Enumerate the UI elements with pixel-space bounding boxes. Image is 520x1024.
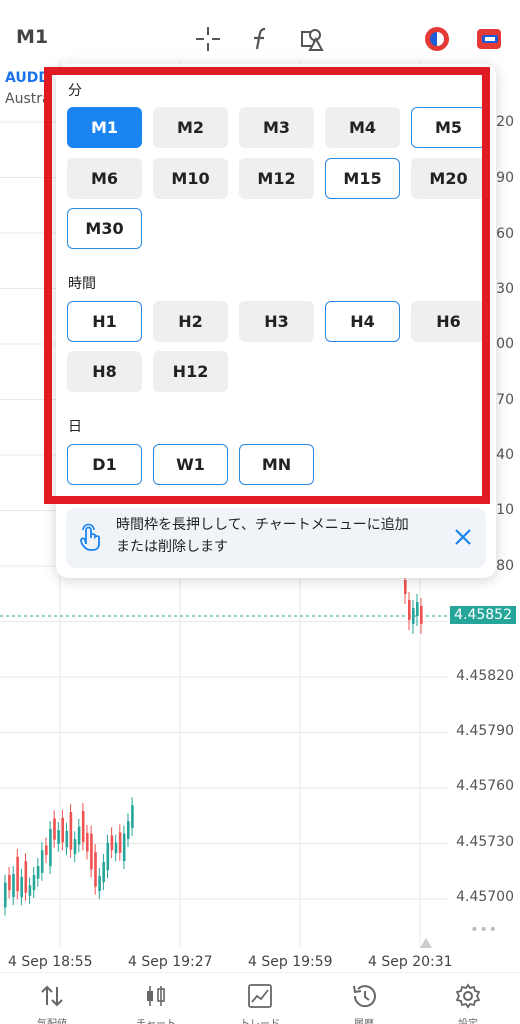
- candle-body: [98, 876, 101, 892]
- candle-body: [110, 835, 114, 851]
- candle-body: [404, 580, 407, 594]
- hint-text: 時間枠を長押しして、チャートメニューに追加 または削除します: [116, 514, 446, 558]
- highlight-frame: [44, 67, 490, 504]
- nav-label: 気配値: [0, 1015, 104, 1024]
- price-axis-label: 4.45760: [456, 778, 514, 794]
- candle-body: [118, 832, 122, 853]
- candle-body: [106, 842, 110, 871]
- candle-body: [81, 811, 85, 843]
- candle-body: [94, 852, 97, 887]
- candle-body: [131, 805, 134, 829]
- candle-body: [53, 818, 56, 840]
- candle-body: [12, 874, 15, 898]
- candle-body: [412, 608, 415, 624]
- candle-body: [122, 833, 126, 861]
- candle-body: [65, 830, 69, 848]
- candle-body: [20, 877, 23, 898]
- candle-body: [36, 866, 40, 879]
- time-axis-label: 4 Sep 19:59: [248, 954, 333, 970]
- price-axis-label: 60: [496, 226, 514, 242]
- candle-body: [416, 602, 419, 616]
- candle-body: [77, 826, 81, 845]
- nav-item-history[interactable]: 履歴: [312, 973, 416, 1024]
- scroll-marker-icon: [420, 938, 432, 948]
- price-axis-label: 30: [496, 281, 514, 297]
- close-icon[interactable]: [450, 524, 476, 550]
- candle-body: [24, 861, 28, 893]
- history-icon: [353, 985, 376, 1008]
- nav-label: 履歴: [312, 1015, 416, 1024]
- candle-body: [73, 839, 77, 855]
- trade-icon: [248, 984, 272, 1008]
- more-dots-icon[interactable]: •••: [470, 922, 498, 938]
- nav-item-chart[interactable]: チャート: [104, 973, 208, 1024]
- candle-body: [16, 856, 19, 892]
- nav-item-quotes[interactable]: 気配値: [0, 973, 104, 1024]
- time-axis-label: 4 Sep 18:55: [8, 954, 93, 970]
- nav-label: チャート: [104, 1015, 208, 1024]
- candle-body: [114, 842, 118, 854]
- price-axis-label: 4.45790: [456, 723, 514, 739]
- price-axis-label: 4.45820: [456, 668, 514, 684]
- hint-text-line: または削除します: [116, 539, 228, 555]
- price-axis-label: 4.45730: [456, 834, 514, 850]
- price-axis-label: 40: [496, 447, 514, 463]
- hint-text-line: 時間枠を長押しして、チャートメニューに追加: [116, 517, 409, 533]
- price-axis-label: 90: [496, 170, 514, 186]
- candle-body: [28, 885, 32, 896]
- candle-body: [86, 832, 89, 852]
- price-axis-label: 70: [496, 392, 514, 408]
- price-axis-label: 80: [496, 558, 514, 574]
- candle-body: [61, 817, 64, 843]
- candle-body: [57, 830, 60, 844]
- candle-body: [127, 821, 130, 839]
- current-price-tag: 4.45852: [450, 606, 516, 624]
- timeframe-label[interactable]: M1: [16, 26, 48, 48]
- candle-body: [49, 829, 52, 867]
- chart-icon: [147, 986, 165, 1006]
- function-icon[interactable]: [246, 24, 276, 54]
- price-axis-label: 10: [496, 502, 514, 518]
- account-icon[interactable]: [422, 24, 452, 54]
- candle-body: [32, 874, 36, 891]
- candle-body: [8, 874, 11, 891]
- gear-icon: [455, 983, 481, 1009]
- nav-label: 設定: [416, 1015, 520, 1024]
- candle-body: [408, 600, 411, 620]
- price-axis-label: 20: [496, 114, 514, 130]
- tap-hold-icon: [80, 523, 100, 551]
- candle-body: [69, 812, 73, 850]
- objects-icon[interactable]: [298, 24, 328, 54]
- price-axis-label: 00: [496, 336, 514, 352]
- nav-label: トレード: [208, 1015, 312, 1024]
- nav-item-trade[interactable]: トレード: [208, 973, 312, 1024]
- candle-body: [40, 850, 44, 873]
- time-axis-label: 4 Sep 20:31: [368, 954, 453, 970]
- price-axis-label: 4.45700: [456, 889, 514, 905]
- trade-toggle-icon[interactable]: [474, 24, 504, 54]
- candle-body: [90, 833, 93, 870]
- candle-body: [45, 845, 48, 855]
- quotes-icon: [41, 985, 63, 1007]
- bottom-navigation: 気配値 チャート トレード 履歴 設定: [0, 972, 520, 1024]
- candle-body: [4, 882, 7, 908]
- candle-body: [102, 862, 105, 883]
- crosshair-icon[interactable]: [193, 24, 223, 54]
- candle-body: [420, 606, 423, 624]
- nav-item-settings[interactable]: 設定: [416, 973, 520, 1024]
- time-axis-label: 4 Sep 19:27: [128, 954, 213, 970]
